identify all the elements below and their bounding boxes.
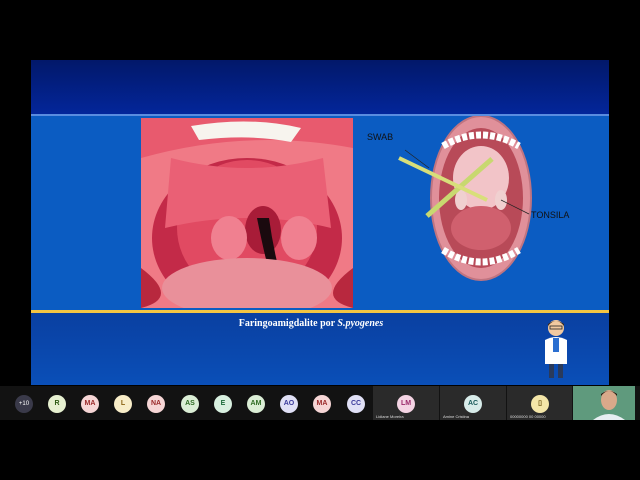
participant-avatar[interactable]: L: [114, 395, 132, 413]
slide-header-band: [31, 60, 609, 114]
caption-species: S.pyogenes: [337, 318, 384, 329]
slide-footer-accent-line: [31, 310, 609, 313]
participant-tile-name: Amine Cristina: [443, 414, 470, 419]
participant-tile-avatar: AC: [464, 395, 482, 413]
participant-avatar[interactable]: AM: [247, 395, 265, 413]
participant-avatar[interactable]: R: [48, 395, 66, 413]
label-tonsila: TONSILA: [531, 210, 569, 220]
camera-person-icon: [573, 386, 635, 420]
participant-avatar[interactable]: AO: [280, 395, 298, 413]
participant-tile-avatar: LM: [397, 395, 415, 413]
participant-tile-name: 00000000 00 00000: [510, 414, 546, 419]
participant-tile[interactable]: LM Lidiane Moreira: [373, 386, 439, 420]
participant-avatar[interactable]: E: [214, 395, 232, 413]
presentation-slide: SWAB TONSILA Faringoamigdalite por S.pyo…: [31, 60, 609, 385]
label-swab: SWAB: [367, 132, 393, 142]
throat-photo: [141, 118, 353, 308]
doctor-mascot-icon: [545, 320, 567, 378]
participant-tile[interactable]: ▯ 00000000 00 00000: [507, 386, 572, 420]
participant-avatar[interactable]: CC: [347, 395, 365, 413]
slide-caption: Faringoamigdalite por S.pyogenes: [201, 318, 421, 329]
self-camera-video[interactable]: [573, 386, 635, 420]
participant-avatar[interactable]: MA: [81, 395, 99, 413]
participant-tile-avatar: ▯: [531, 395, 549, 413]
participant-tile[interactable]: AC Amine Cristina: [440, 386, 506, 420]
participant-tile-name: Lidiane Moreira: [376, 414, 404, 419]
caption-text: Faringoamigdalite por: [238, 318, 338, 329]
more-participants-button[interactable]: +10: [15, 395, 33, 413]
mouth-diagram: SWAB TONSILA: [367, 116, 569, 281]
participant-avatar[interactable]: AS: [181, 395, 199, 413]
participant-avatar[interactable]: NA: [147, 395, 165, 413]
participant-avatar[interactable]: MA: [313, 395, 331, 413]
